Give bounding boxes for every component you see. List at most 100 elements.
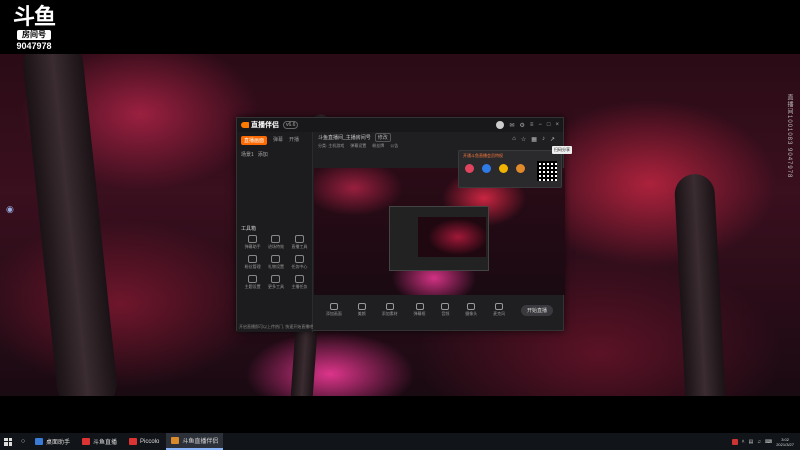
control-label: 添加素材 [381,311,398,316]
room-fan-badge[interactable]: 粉丝牌 [372,143,384,149]
desktop-eye-icon[interactable]: ◉ [6,204,14,215]
network-icon[interactable]: ▤ [749,439,754,445]
camera-icon [467,303,476,310]
start-live-button[interactable]: 开始直播 [520,304,553,316]
taskbar: ○ 桌面助手 斗鱼直播 Piccolo 斗鱼直播伴侣 ˄ ▤ ♫ ⌨ 3:02 … [0,433,800,450]
side-text: 直播间1001083 9047978 [786,94,792,179]
weibo-icon[interactable] [465,164,474,173]
app-logo: 直播伴侣 [241,120,279,130]
room-notice[interactable]: 公告 [390,143,398,149]
tool-item[interactable]: 直播工具 [288,235,311,250]
tab-danmu[interactable]: 弹幕 [273,136,283,145]
control-label: 音频 [441,311,450,316]
titlebar-controls: ✉ ⚙ ≡ − □ × [496,121,559,129]
app-icon [129,438,138,445]
tool-item[interactable]: 礼物设置 [264,255,287,270]
taskbar-item-active[interactable]: 斗鱼直播伴侣 [166,433,224,450]
tool-label: 更多工具 [267,284,284,289]
keyboard-icon[interactable]: ⌨ [765,439,772,445]
chart-icon[interactable]: ▦ [531,136,537,143]
control-beauty[interactable]: 美颜 [357,303,366,317]
search-icon[interactable]: ○ [16,438,30,445]
tool-label: 礼物设置 [267,264,284,269]
taskbar-item-label: 斗鱼直播伴侣 [182,439,219,445]
link-icon[interactable] [516,164,525,173]
control-material[interactable]: 添加素材 [382,303,398,317]
tool-label: 粉丝管理 [244,264,261,269]
tool-label: 直播工具 [291,244,308,249]
taskbar-item[interactable]: 斗鱼直播 [77,433,122,450]
qq-icon[interactable] [482,164,491,173]
menu-icon[interactable]: ≡ [530,122,534,128]
material-icon [385,303,394,310]
avatar[interactable] [496,121,505,129]
start-button[interactable] [0,433,16,450]
tool-icon [271,235,281,243]
fish-logo-icon [241,122,249,128]
scene-add-button[interactable]: 添加 [258,151,268,158]
control-add-scene[interactable]: 添加画面 [326,303,342,317]
left-panel: 直播画面 弹幕 开播 场景1 添加 工具箱 弹幕助手 进场特效 直播工具 粉丝管… [237,132,313,332]
app-version[interactable]: v6.6 [283,121,299,129]
tools-grid: 弹幕助手 进场特效 直播工具 粉丝管理 礼物设置 任务中心 主题设置 更多工具 … [241,235,311,290]
top-icons: ⌂ ☆ ▦ ♪ ↗ [512,136,555,143]
control-camera[interactable]: 摄像头 [465,303,477,317]
control-danmu[interactable]: 弹幕框 [414,303,426,317]
qr-code [537,161,557,181]
taskbar-item[interactable]: Piccolo [124,433,164,450]
control-mic[interactable]: 麦克风 [493,303,505,317]
scene-item[interactable]: 场景1 [241,151,254,158]
gift-icon[interactable]: ⌂ [512,136,516,143]
nested-preview-window [389,206,489,271]
tree-trunk-right [673,173,727,396]
nested-preview-image [418,217,486,257]
tool-item[interactable]: 主播任务 [288,275,311,290]
tool-icon [248,255,258,263]
tool-item[interactable]: 主题设置 [241,275,264,290]
tool-item[interactable]: 任务中心 [288,255,311,270]
windows-icon [4,437,12,446]
volume-icon[interactable]: ♫ [757,439,761,445]
close-icon[interactable]: × [555,122,559,128]
tool-item[interactable]: 进场特效 [264,235,287,250]
tray-app-icon[interactable] [731,438,738,445]
tool-item[interactable]: 粉丝管理 [241,255,264,270]
tool-label: 主题设置 [244,284,261,289]
system-tray: ˄ ▤ ♫ ⌨ 3:02 2021/3/27 [731,437,800,447]
tool-item[interactable]: 弹幕助手 [241,235,264,250]
settings-icon[interactable]: ⚙ [519,122,524,129]
qzone-icon[interactable] [499,164,508,173]
app-titlebar[interactable]: 直播伴侣 v6.6 ✉ ⚙ ≡ − □ × [237,118,563,132]
monitor-icon [329,303,338,310]
watermark-room-id: 9047978 [16,41,52,51]
minimize-icon[interactable]: − [538,122,542,128]
tool-icon [248,275,258,283]
tool-label: 任务中心 [291,264,308,269]
star-icon[interactable]: ☆ [521,136,526,143]
control-label: 摄像头 [465,311,478,316]
tab-live[interactable]: 开播 [289,136,299,145]
tool-item[interactable]: 更多工具 [264,275,287,290]
tools-title: 工具箱 [241,226,257,232]
app-icon [171,437,180,444]
tool-label: 进场特效 [267,244,284,249]
tab-scene[interactable]: 直播画面 [241,136,268,145]
control-audio[interactable]: 音频 [441,303,450,317]
maximize-icon[interactable]: □ [547,122,551,128]
screen: ◉ 直播间1001083 9047978 斗鱼 房间号 9047978 直播伴侣… [0,0,800,450]
taskbar-item-label: Piccolo [140,438,160,445]
room-danmu-setting[interactable]: 弹幕设置 [350,143,366,149]
room-category[interactable]: 分类: 主机游戏 [318,143,344,149]
edit-title-button[interactable]: 修改 [374,132,391,142]
bell-icon[interactable]: ♪ [542,136,545,143]
tool-icon [271,275,281,283]
scene-row: 场景1 添加 [237,149,312,160]
speaker-icon [441,303,450,310]
chevron-up-icon[interactable]: ˄ [742,439,745,445]
message-icon[interactable]: ✉ [509,122,514,129]
app-name: 直播伴侣 [251,122,279,129]
tree-trunk-left [20,54,120,396]
taskbar-item[interactable]: 桌面助手 [30,433,75,450]
share-icon[interactable]: ↗ [550,136,555,143]
clock[interactable]: 3:02 2021/3/27 [776,437,794,447]
